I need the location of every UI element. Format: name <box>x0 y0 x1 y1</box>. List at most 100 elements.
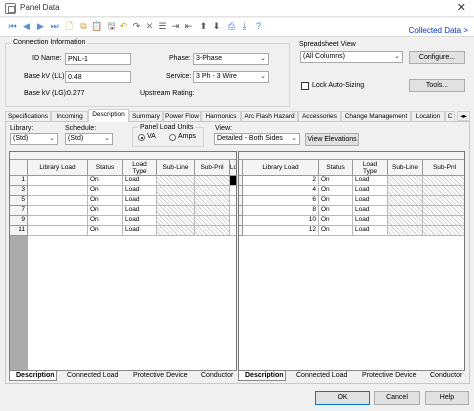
load-type-cell[interactable]: Load <box>123 226 157 236</box>
close-icon[interactable]: ✕ <box>457 1 466 14</box>
status-cell[interactable]: On <box>319 216 353 226</box>
status-cell[interactable]: On <box>88 216 123 226</box>
col-load-type[interactable]: Load Type <box>123 160 157 176</box>
schedule-select[interactable]: (Std) ⌄ <box>65 133 113 145</box>
load-type-cell[interactable]: Load <box>123 186 157 196</box>
status-cell[interactable]: On <box>319 186 353 196</box>
configure-button[interactable]: Configure... <box>409 51 465 64</box>
view-elevations-button[interactable]: View Elevations <box>305 133 359 146</box>
status-cell[interactable]: On <box>319 226 353 236</box>
tools-button[interactable]: Tools... <box>409 79 465 92</box>
cancel-button[interactable]: Cancel <box>374 391 420 405</box>
tab-harmonics[interactable]: Harmonics <box>201 111 241 121</box>
tab-specifications[interactable]: Specifications <box>5 111 51 121</box>
status-cell[interactable]: On <box>319 206 353 216</box>
units-amps-radio[interactable] <box>169 134 176 141</box>
next-record-icon[interactable]: ▶ <box>35 21 46 32</box>
right-circuit-grid[interactable]: Library Load Status Load Type Sub-Line S… <box>238 151 465 381</box>
lock-auto-sizing-checkbox[interactable] <box>301 82 309 90</box>
status-cell[interactable]: On <box>319 196 353 206</box>
sheet-tab-description[interactable]: Description <box>9 371 57 381</box>
first-record-icon[interactable]: ⏮ <box>7 21 18 32</box>
tab-accessories[interactable]: Accessories <box>298 111 341 121</box>
tab-summary[interactable]: Summary <box>129 111 163 121</box>
library-load-cell[interactable] <box>28 226 88 236</box>
status-cell[interactable]: On <box>88 186 123 196</box>
library-load-cell[interactable] <box>28 206 88 216</box>
columns-select[interactable]: (All Columns) ⌄ <box>300 51 403 63</box>
col-sub-line[interactable]: Sub-Line <box>388 160 423 176</box>
sheet-tab-protective-device[interactable]: Protective Device <box>127 371 187 381</box>
previous-record-icon[interactable]: ◀ <box>21 21 32 32</box>
col-load-type[interactable]: Load Type <box>353 160 388 176</box>
load-type-cell[interactable]: Load <box>353 196 388 206</box>
col-status[interactable]: Status <box>88 160 123 176</box>
status-cell[interactable]: On <box>319 176 353 186</box>
sheet-tab-description[interactable]: Description <box>238 371 286 381</box>
status-cell[interactable]: On <box>88 206 123 216</box>
col-lo[interactable]: Lo <box>230 160 236 176</box>
move-up-icon[interactable]: ⬆ <box>198 21 209 32</box>
new-icon[interactable]: 🗋 <box>64 21 75 32</box>
tab-arc-flash-hazard[interactable]: Arc Flash Hazard <box>241 111 298 121</box>
ok-button[interactable]: OK <box>315 391 370 405</box>
lo-cell[interactable] <box>230 216 236 226</box>
units-va-radio[interactable] <box>138 134 145 141</box>
status-cell[interactable]: On <box>88 196 123 206</box>
help-icon[interactable]: ? <box>253 21 264 32</box>
tab-incoming[interactable]: Incoming <box>51 111 88 121</box>
tab-scroll-icon[interactable]: ◂▸ <box>457 111 470 121</box>
col-library-load[interactable]: Library Load <box>243 160 319 176</box>
sheet-tab-conductor[interactable]: Conductor <box>424 371 462 381</box>
redo-icon[interactable]: ↷ <box>131 21 142 32</box>
library-load-cell[interactable] <box>28 216 88 226</box>
load-type-cell[interactable]: Load <box>123 216 157 226</box>
sheet-tab-protective-device[interactable]: Protective Device <box>356 371 416 381</box>
service-select[interactable]: 3 Ph - 3 Wire ⌄ <box>193 71 269 83</box>
base-kv-ll-input[interactable] <box>65 71 131 83</box>
tab-description[interactable]: Description <box>88 109 129 122</box>
phase-select[interactable]: 3-Phase ⌄ <box>193 53 269 65</box>
col-library-load[interactable]: Library Load <box>28 160 88 176</box>
move-down-icon[interactable]: ⬇ <box>211 21 222 32</box>
load-type-cell[interactable]: Load <box>123 206 157 216</box>
last-record-icon[interactable]: ⏭ <box>49 21 60 32</box>
save-icon[interactable]: 🖫 <box>106 21 117 32</box>
delete-icon[interactable]: ✕ <box>144 21 155 32</box>
col-sub-line[interactable]: Sub-Line <box>157 160 195 176</box>
library-load-cell[interactable] <box>28 176 88 186</box>
col-sub-pnl[interactable]: Sub-Pnl <box>195 160 230 176</box>
undo-icon[interactable]: ↶ <box>118 21 129 32</box>
sheet-tab-connected-load[interactable]: Connected Load <box>61 371 118 381</box>
lo-cell[interactable] <box>230 196 236 206</box>
col-sub-pnl[interactable]: Sub-Pnl <box>423 160 464 176</box>
load-type-cell[interactable]: Load <box>353 176 388 186</box>
load-type-cell[interactable]: Load <box>353 206 388 216</box>
tab-power-flow[interactable]: Power Flow <box>163 111 201 121</box>
lo-cell[interactable] <box>230 186 236 196</box>
load-type-cell[interactable]: Load <box>353 226 388 236</box>
export-icon[interactable]: ⤓ <box>239 21 250 32</box>
insert-row-icon[interactable]: ☰ <box>157 21 168 32</box>
status-cell[interactable]: On <box>88 176 123 186</box>
lo-cell[interactable] <box>230 206 236 216</box>
tab-location[interactable]: Location <box>411 111 445 121</box>
help-button[interactable]: Help <box>425 391 469 405</box>
lo-cell[interactable] <box>230 226 236 236</box>
left-circuit-grid[interactable]: Library Load Status Load Type Sub-Line S… <box>9 151 237 381</box>
library-select[interactable]: (Std) ⌄ <box>10 133 58 145</box>
status-cell[interactable]: On <box>88 226 123 236</box>
print-icon[interactable]: ⎙ <box>226 21 237 32</box>
load-type-cell[interactable]: Load <box>123 196 157 206</box>
view-select[interactable]: Detailed - Both Sides ⌄ <box>214 133 300 145</box>
lo-cell[interactable] <box>230 176 236 186</box>
tab-c[interactable]: C <box>445 111 455 121</box>
paste-icon[interactable]: 📋 <box>91 21 102 32</box>
load-type-cell[interactable]: Load <box>353 186 388 196</box>
copy-icon[interactable]: ⧉ <box>78 21 89 32</box>
sheet-tab-connected-load[interactable]: Connected Load <box>290 371 347 381</box>
col-status[interactable]: Status <box>319 160 353 176</box>
delete-row-icon[interactable]: ⇤ <box>183 21 194 32</box>
load-type-cell[interactable]: Load <box>353 216 388 226</box>
tab-change-management[interactable]: Change Management <box>341 111 411 121</box>
